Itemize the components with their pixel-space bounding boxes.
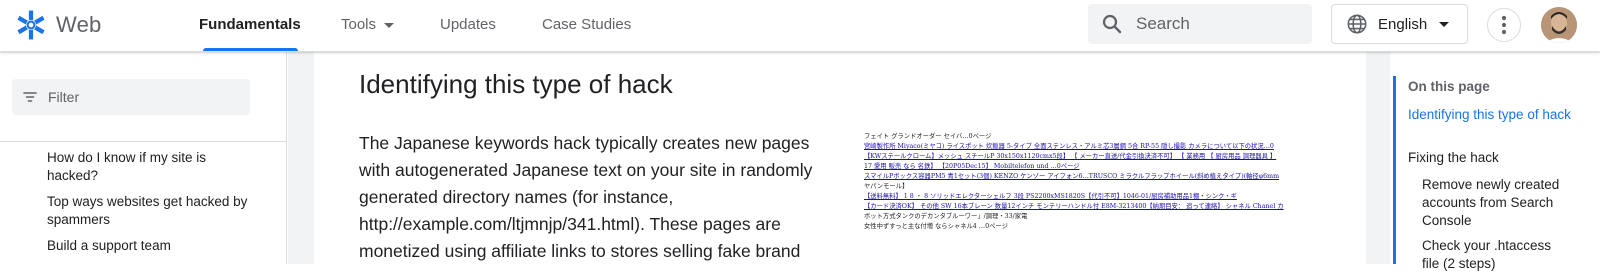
search-input[interactable] (1136, 14, 1296, 34)
more-vert-icon (1501, 15, 1507, 35)
top-app-bar: Web Fundamentals Tools Updates Case Stud… (0, 0, 1600, 52)
toc-indicator-bar (1393, 76, 1396, 264)
user-avatar[interactable] (1541, 7, 1577, 43)
on-this-page-toc: On this page Identifying this type of ha… (1390, 52, 1600, 271)
toc-item-remove-accounts[interactable]: Remove newly created accounts from Searc… (1422, 176, 1572, 230)
example-result-line: 女性中ずすっと主な付増 ならシャネル4 …0ページ (864, 223, 1008, 230)
filter-list-icon (23, 92, 37, 102)
example-result-line: フェイト グランドオーダー セイバ…0ページ (864, 133, 992, 140)
sidebar-divider (0, 141, 287, 142)
nav-tools-label: Tools (341, 16, 377, 33)
filter-input[interactable] (48, 89, 228, 105)
more-options-button[interactable] (1487, 8, 1521, 42)
hacked-search-results-image: フェイト グランドオーダー セイバ…0ページ宮崎製作所 Miyaco(ミヤコ) … (864, 132, 1324, 252)
nav-tools[interactable]: Tools (341, 16, 395, 33)
content-gutter-left (288, 52, 314, 264)
example-result-line: 宮崎製作所 Miyaco(ミヤコ) ライスポット 炊飯器 5-タイプ 全面ステン… (864, 143, 1274, 150)
sidebar-item-support-team[interactable]: Build a support team (47, 237, 257, 255)
profile-photo-icon (1541, 7, 1577, 43)
search-box[interactable] (1088, 4, 1312, 44)
language-label: English (1378, 15, 1428, 33)
toc-item-identifying[interactable]: Identifying this type of hack (1408, 106, 1583, 124)
example-result-line: スマイルPボックス容器PM5 青1セット(3個) KENZO ケンゾー アイフォ… (864, 173, 1280, 180)
example-result-line: 【送料無料】 1 8 ・ 8 ソリッドエレクターシェルフ 3段 PS2200xM… (864, 193, 1237, 200)
example-result-line: ヤパンモール】 (864, 183, 909, 190)
example-result-line: 17 愛用 販売 なら 名鉄】 【20P05Dec15】 Mobiltelefo… (864, 163, 1080, 170)
left-sidebar: How do I know if my site is hacked? Top … (0, 52, 287, 264)
sidebar-item-how-do-i-know[interactable]: How do I know if my site is hacked? (47, 149, 257, 185)
nav-fundamentals[interactable]: Fundamentals (199, 16, 301, 33)
toc-item-htaccess[interactable]: Check your .htaccess file (2 steps) (1422, 237, 1572, 273)
article-paragraph: The Japanese keywords hack typically cre… (359, 133, 813, 261)
chevron-down-icon (1439, 21, 1450, 27)
example-result-line: ボット方式タンクのデカンタブルーワー」/調理・33/家電 (864, 213, 1028, 220)
site-name: Web (56, 12, 102, 37)
toc-title: On this page (1408, 79, 1490, 94)
search-icon (1102, 14, 1122, 34)
sidebar-item-top-ways[interactable]: Top ways websites get hacked by spammers (47, 193, 257, 229)
chevron-down-icon (384, 22, 395, 28)
asterisk-logo-icon (17, 10, 45, 40)
site-logo[interactable]: Web (14, 8, 101, 42)
nav-case-studies[interactable]: Case Studies (542, 16, 631, 33)
example-result-line: 【カード決済OK】 その他 SW 16本ブレーン 数量12インチ モンテリーハン… (864, 203, 1284, 210)
article-content: Identifying this type of hack The Japane… (314, 52, 1366, 264)
example-result-line: 【KWステールクローム】メッシュ スチールP 30x150x1120cmx5段】… (864, 153, 1277, 160)
globe-icon (1347, 14, 1367, 34)
language-selector[interactable]: English (1331, 4, 1468, 44)
nav-updates[interactable]: Updates (440, 16, 496, 33)
active-tab-indicator (203, 48, 298, 51)
content-gutter-right (1366, 52, 1390, 264)
section-heading: Identifying this type of hack (359, 69, 673, 99)
toc-item-fixing[interactable]: Fixing the hack (1408, 149, 1583, 167)
filter-box[interactable] (12, 79, 250, 115)
